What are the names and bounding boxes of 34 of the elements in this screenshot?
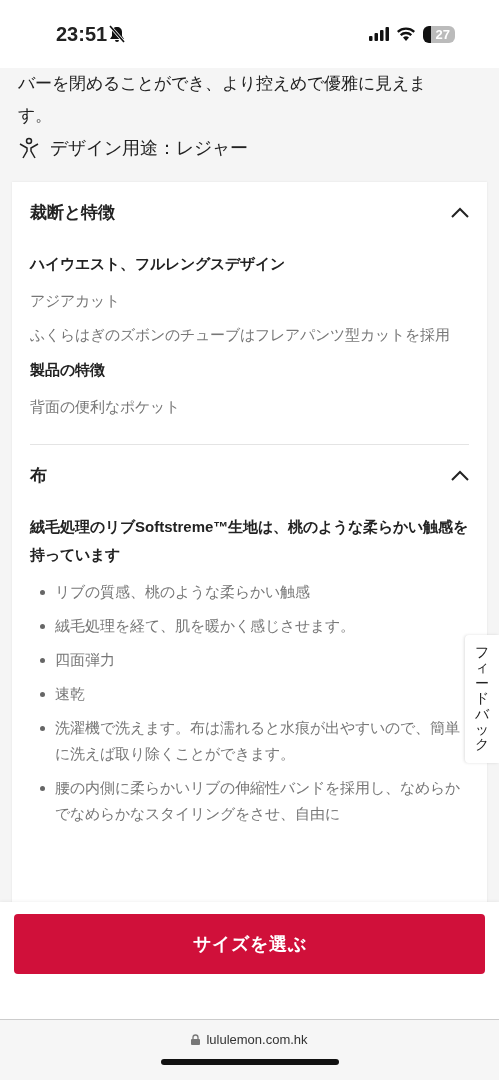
bullet-icon	[40, 692, 45, 697]
bullet-text: 絨毛処理を経て、肌を暖かく感じさせます。	[55, 616, 356, 636]
bullet-text: 速乾	[55, 684, 86, 704]
detail-text: アジアカット	[30, 291, 121, 311]
detail-text: ふくらはぎのズボンのチューブはフレアパンツ型カットを採用	[30, 325, 451, 345]
wifi-icon	[396, 27, 415, 41]
person-icon	[18, 137, 40, 159]
bullet-text: 四面弾力	[55, 650, 116, 670]
accordion-header[interactable]: 裁断と特徴	[30, 182, 469, 242]
bullet-icon	[40, 624, 45, 629]
battery-level: 27	[422, 25, 455, 43]
feedback-tab[interactable]: フィードバック	[465, 635, 499, 763]
bullet-text: 腰の内側に柔らかいリブの伸縮性バンドを採用し、なめらかでなめらかなスタイリングをさせ、自由に	[55, 778, 461, 824]
url-text: lululemon.com.hk	[206, 1032, 308, 1047]
clock-time: 23:51	[56, 22, 108, 46]
subheading: 製品の特徴	[30, 360, 106, 380]
address-bar[interactable]: lululemon.com.hk	[0, 1020, 499, 1080]
chevron-icon	[451, 469, 469, 481]
select-size-button[interactable]: サイズを選ぶ	[14, 914, 485, 974]
bullet-text: リブの質感、桃のような柔らかい触感	[55, 582, 311, 602]
accordion-header[interactable]: 布	[30, 445, 469, 505]
bullet-icon	[40, 658, 45, 663]
bullet-icon	[40, 590, 45, 595]
bullet-icon	[40, 786, 45, 791]
subheading: ハイウエスト、フルレングスデザイン	[30, 254, 286, 274]
design-use-label: デザイン用途：レジャー	[50, 137, 248, 160]
lock-icon	[191, 1034, 201, 1045]
bullet-text: 洗濯機で洗えます。布は濡れると水痕が出やすいので、簡単に洗えば取り除くことができます。	[55, 718, 461, 764]
signal-icon	[368, 27, 389, 41]
chevron-icon	[451, 206, 469, 218]
detail-text: 背面の便利なポケット	[30, 397, 181, 417]
description-text: バーを閉めることができ、より控えめで優雅に見えます。	[17, 73, 427, 127]
subheading: 絨毛処理のリブSoftstreme™生地は、桃のような柔らかい触感を持っています	[30, 517, 469, 565]
bullet-icon	[40, 726, 45, 731]
